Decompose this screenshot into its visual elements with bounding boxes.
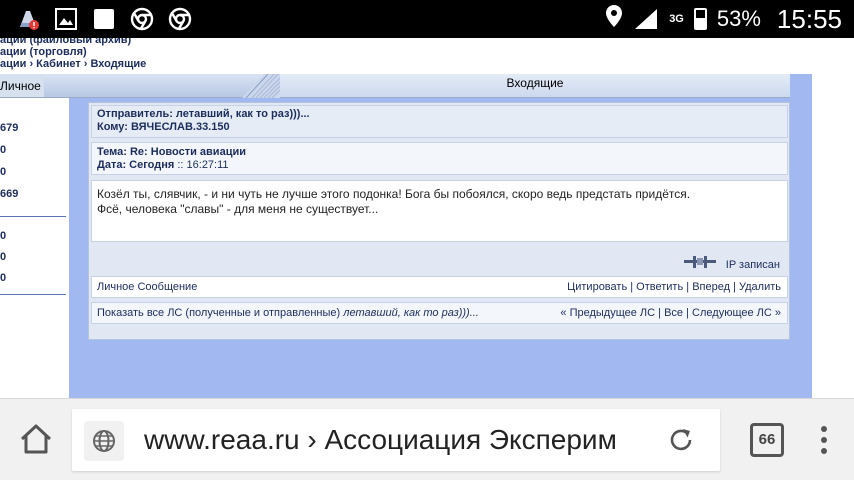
address-bar[interactable]: www.reaa.ru › Ассоциация Эксперим [72,409,720,471]
stat-value: 0 [0,272,7,284]
network-type: 3G [669,13,684,25]
message-sender[interactable]: Отправитель: летавший, как то раз)))... [97,108,782,121]
link-separator: | [683,307,693,319]
reload-button[interactable] [666,425,696,455]
link-separator: | [730,281,739,293]
message-header: Отправитель: летавший, как то раз)))... … [91,105,788,138]
stats-divider [0,294,66,295]
show-all-text: Показать все ЛС (полученные и отправленн… [97,307,344,319]
link-separator: | [655,307,665,319]
chrome-icon [168,7,192,31]
stat-value: 0 [0,166,7,178]
link-separator: | [683,281,693,293]
breadcrumb-line[interactable]: ации (торговля) [0,46,146,58]
status-bar: 3G 53% 15:55 [0,0,854,38]
tab-inbox[interactable]: Входящие [280,74,790,98]
home-icon [20,424,52,454]
stat-value: 0 [0,230,7,242]
reload-icon [670,429,692,451]
next-pm-link[interactable]: Следующее ЛС » [692,307,781,319]
message-subject: Тема: Re: Новости авиации [97,146,246,158]
pm-navigation: « Предыдущее ЛС | Все | Следующее ЛС » [560,303,781,323]
chrome-icon [130,7,154,31]
message-body-line: Козёл ты, слявчик, - и ни чуть не лучше … [97,187,691,201]
web-page: ации (файловый архив) ации (торговля) ац… [0,38,854,398]
signal-icon [633,7,659,31]
url-text: www.reaa.ru › Ассоциация Эксперим [144,423,664,457]
notification-icons [16,6,192,32]
tab-switcher-button[interactable]: 66 [750,423,784,457]
stats-divider [0,216,66,217]
show-all-link[interactable]: Показать все ЛС (полученные и отправленн… [97,307,479,319]
gallery-icon [54,7,78,31]
ip-logged-icon [684,256,716,268]
forward-link[interactable]: Вперед [692,281,730,293]
stat-value: 679 [0,122,19,134]
stat-value: 669 [0,188,19,200]
app-update-icon [16,7,40,31]
battery-percent: 53% [716,6,761,31]
all-pm-link[interactable]: Все [664,307,683,319]
location-icon [605,4,623,34]
message-recipient: Кому: ВЯЧЕСЛАВ.33.150 [97,121,230,133]
tab-separator [44,74,280,98]
message-body: Козёл ты, слявчик, - и ни чуть не лучше … [91,180,788,242]
menu-dot [821,437,827,443]
tab-personal-label: Личное [0,79,41,93]
site-info-button[interactable] [84,421,124,461]
globe-icon [93,430,115,452]
system-icons: 3G 53% 15:55 [605,0,842,38]
blank-app-icon [92,7,116,31]
personal-message-link[interactable]: Личное Сообщение [97,281,197,293]
message-body-line: Фсё, человека "славы" - для меня не суще… [97,202,379,216]
breadcrumb: ации (файловый архив) ации (торговля) ац… [0,38,146,70]
message-date: Дата: Сегодня :: 16:27:11 [97,159,782,172]
message-actions: Личное Сообщение Цитировать | Ответить |… [91,276,788,298]
show-all-row: Показать все ЛС (полученные и отправленн… [91,302,788,324]
reply-link[interactable]: Ответить [636,281,683,293]
home-button[interactable] [16,419,56,459]
delete-link[interactable]: Удалить [739,281,781,293]
message-panel: Отправитель: летавший, как то раз)))... … [88,102,790,340]
stat-value: 0 [0,251,7,263]
show-all-user: летавший, как то раз)))... [343,307,479,319]
battery-icon [693,8,707,30]
message-time: :: 16:27:11 [174,159,229,171]
tab-row: Личное Входящие [0,74,790,98]
quote-link[interactable]: Цитировать [567,281,627,293]
ip-row: IP записан [91,245,788,275]
tab-divider-graphic [242,74,280,98]
tab-personal[interactable]: Личное [0,74,44,98]
breadcrumb-line[interactable]: ации (файловый архив) [0,38,146,46]
message-date-label: Дата: Сегодня [97,159,175,171]
browser-toolbar: www.reaa.ru › Ассоциация Эксперим 66 [0,398,854,480]
link-separator: | [627,281,637,293]
message-meta: Тема: Re: Новости авиации Дата: Сегодня … [91,142,788,175]
clock: 15:55 [776,3,842,34]
menu-dot [821,426,827,432]
breadcrumb-line[interactable]: ации › Кабинет › Входящие [0,58,146,70]
menu-dot [821,448,827,454]
previous-pm-link[interactable]: « Предыдущее ЛС [560,307,655,319]
overflow-menu-button[interactable] [814,423,834,457]
ip-logged-label: IP записан [725,259,780,271]
action-links: Цитировать | Ответить | Вперед | Удалить [567,277,781,297]
right-column [812,38,854,398]
stat-value: 0 [0,144,7,156]
